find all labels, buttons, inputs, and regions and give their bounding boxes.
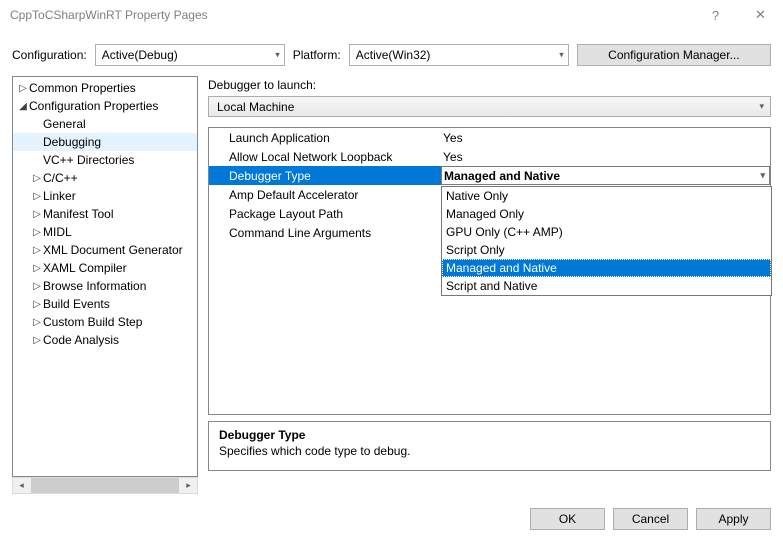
- dropdown-option[interactable]: Native Only: [442, 187, 771, 205]
- tree-item[interactable]: ▷MIDL: [13, 223, 197, 241]
- scroll-thumb[interactable]: [31, 478, 179, 493]
- tree-item-label: Code Analysis: [43, 333, 119, 347]
- property-name: Amp Default Accelerator: [209, 188, 441, 202]
- tree-expand-icon[interactable]: ▷: [31, 299, 43, 310]
- description-panel: Debugger Type Specifies which code type …: [208, 421, 771, 471]
- property-name: Debugger Type: [209, 169, 441, 183]
- chevron-down-icon: ▾: [559, 50, 564, 61]
- tree-item-label: Manifest Tool: [43, 207, 113, 221]
- dropdown-option[interactable]: Script and Native: [442, 277, 771, 295]
- configuration-combo[interactable]: Active(Debug) ▾: [95, 44, 285, 66]
- tree-item[interactable]: General: [13, 115, 197, 133]
- tree-expand-icon[interactable]: ▷: [31, 263, 43, 274]
- debugger-launch-combo[interactable]: Local Machine ▾: [208, 96, 771, 117]
- tree-item-label: Build Events: [43, 297, 110, 311]
- tree-item-label: Custom Build Step: [43, 315, 142, 329]
- tree-item[interactable]: ▷Common Properties: [13, 79, 197, 97]
- dropdown-option[interactable]: GPU Only (C++ AMP): [442, 223, 771, 241]
- dialog-footer: OK Cancel Apply: [0, 494, 783, 530]
- property-name: Command Line Arguments: [209, 226, 441, 240]
- description-title: Debugger Type: [219, 428, 760, 442]
- tree-item[interactable]: ▷Custom Build Step: [13, 313, 197, 331]
- tree-item-label: XML Document Generator: [43, 243, 183, 257]
- tree-item[interactable]: ▷Build Events: [13, 295, 197, 313]
- tree-item[interactable]: ▷Browse Information: [13, 277, 197, 295]
- tree-item-label: Browse Information: [43, 279, 146, 293]
- tree-item[interactable]: ◢Configuration Properties: [13, 97, 197, 115]
- tree-item[interactable]: ▷Linker: [13, 187, 197, 205]
- tree-expand-icon[interactable]: ▷: [31, 281, 43, 292]
- tree-item-label: C/C++: [43, 171, 78, 185]
- tree-item[interactable]: ▷XML Document Generator: [13, 241, 197, 259]
- tree-expand-icon[interactable]: ▷: [31, 209, 43, 220]
- tree-expand-icon[interactable]: ▷: [31, 317, 43, 328]
- tree-item-label: Configuration Properties: [29, 99, 158, 113]
- debugger-launch-value: Local Machine: [217, 100, 294, 114]
- horizontal-scrollbar[interactable]: ◂ ▸: [12, 477, 198, 494]
- property-grid[interactable]: Launch ApplicationYesAllow Local Network…: [208, 127, 771, 415]
- apply-button[interactable]: Apply: [696, 508, 771, 530]
- close-icon[interactable]: ✕: [738, 0, 783, 30]
- dropdown-option[interactable]: Script Only: [442, 241, 771, 259]
- tree-expand-icon[interactable]: ◢: [17, 101, 29, 112]
- tree-item-label: XAML Compiler: [43, 261, 127, 275]
- nav-tree[interactable]: ▷Common Properties◢Configuration Propert…: [12, 76, 198, 477]
- tree-item-label: General: [43, 117, 86, 131]
- property-value[interactable]: Yes: [441, 131, 770, 145]
- property-name: Allow Local Network Loopback: [209, 150, 441, 164]
- tree-expand-icon[interactable]: ▷: [31, 227, 43, 238]
- dropdown-option[interactable]: Managed and Native: [442, 259, 771, 277]
- platform-value: Active(Win32): [356, 48, 431, 62]
- tree-item-label: VC++ Directories: [43, 153, 134, 167]
- chevron-down-icon: ▾: [759, 101, 764, 112]
- chevron-down-icon: ▾: [275, 50, 280, 61]
- tree-expand-icon[interactable]: ▷: [17, 83, 29, 94]
- tree-item[interactable]: ▷Code Analysis: [13, 331, 197, 349]
- property-value[interactable]: Yes: [441, 150, 770, 164]
- platform-label: Platform:: [293, 48, 341, 62]
- platform-combo[interactable]: Active(Win32) ▾: [349, 44, 569, 66]
- tree-expand-icon[interactable]: ▷: [31, 173, 43, 184]
- config-bar: Configuration: Active(Debug) ▾ Platform:…: [0, 30, 783, 76]
- titlebar: CppToCSharpWinRT Property Pages ? ✕: [0, 0, 783, 30]
- chevron-down-icon[interactable]: ▾: [760, 170, 765, 181]
- tree-item[interactable]: ▷XAML Compiler: [13, 259, 197, 277]
- tree-item[interactable]: ▷C/C++: [13, 169, 197, 187]
- tree-item[interactable]: ▷Manifest Tool: [13, 205, 197, 223]
- configuration-label: Configuration:: [12, 48, 87, 62]
- configuration-value: Active(Debug): [102, 48, 178, 62]
- scroll-left-icon[interactable]: ◂: [13, 480, 30, 491]
- debugger-type-dropdown[interactable]: Native OnlyManaged OnlyGPU Only (C++ AMP…: [441, 186, 772, 296]
- cancel-button[interactable]: Cancel: [613, 508, 688, 530]
- tree-item-label: MIDL: [43, 225, 72, 239]
- property-row[interactable]: Launch ApplicationYes: [209, 128, 770, 147]
- property-name: Package Layout Path: [209, 207, 441, 221]
- window-title: CppToCSharpWinRT Property Pages: [10, 8, 693, 22]
- scroll-right-icon[interactable]: ▸: [180, 480, 197, 491]
- tree-expand-icon[interactable]: ▷: [31, 335, 43, 346]
- tree-item-label: Common Properties: [29, 81, 136, 95]
- tree-expand-icon[interactable]: ▷: [31, 245, 43, 256]
- property-row[interactable]: Allow Local Network LoopbackYes: [209, 147, 770, 166]
- property-value[interactable]: Managed and Native▾: [441, 166, 770, 185]
- tree-expand-icon[interactable]: ▷: [31, 191, 43, 202]
- tree-item[interactable]: Debugging: [13, 133, 197, 151]
- dropdown-option[interactable]: Managed Only: [442, 205, 771, 223]
- property-name: Launch Application: [209, 131, 441, 145]
- ok-button[interactable]: OK: [530, 508, 605, 530]
- tree-item[interactable]: VC++ Directories: [13, 151, 197, 169]
- tree-item-label: Debugging: [43, 135, 101, 149]
- property-row[interactable]: Debugger TypeManaged and Native▾: [209, 166, 770, 185]
- debugger-launch-label: Debugger to launch:: [208, 78, 771, 92]
- configuration-manager-button[interactable]: Configuration Manager...: [577, 44, 771, 66]
- description-text: Specifies which code type to debug.: [219, 444, 760, 458]
- help-icon[interactable]: ?: [693, 0, 738, 30]
- tree-item-label: Linker: [43, 189, 76, 203]
